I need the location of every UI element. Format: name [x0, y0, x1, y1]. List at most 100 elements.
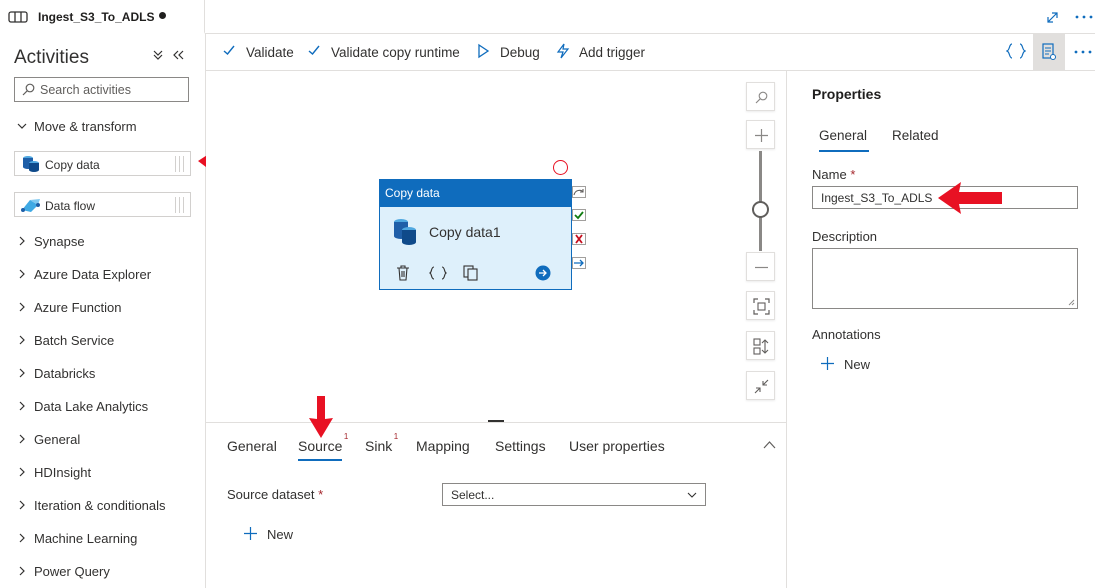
pipeline-icon — [8, 11, 28, 23]
chevron-right-icon — [19, 236, 25, 246]
delete-icon[interactable] — [396, 265, 410, 281]
activity-copy-data[interactable]: Copy data — [14, 151, 191, 176]
properties-toggle-button[interactable] — [1033, 34, 1065, 70]
auto-align-icon — [753, 338, 769, 355]
chevron-right-icon — [19, 467, 25, 477]
tab-label: User properties — [569, 438, 665, 454]
tab-properties-related[interactable]: Related — [892, 128, 939, 143]
tab-strip: Ingest_S3_To_ADLS — [0, 0, 1095, 34]
annotation-arrow-name-field — [938, 182, 1002, 214]
tab-label: Source — [298, 438, 343, 454]
drag-handle[interactable] — [175, 156, 184, 172]
properties-title: Properties — [812, 86, 882, 102]
pipeline-canvas[interactable]: Copy data Copy data1 — [206, 71, 786, 423]
collapse-all-icon[interactable] — [153, 50, 163, 60]
lightning-icon — [556, 43, 570, 59]
hide-pane-icon[interactable] — [173, 50, 184, 60]
checkmark-icon — [223, 45, 235, 55]
tab-label: Settings — [495, 438, 546, 454]
category-label: Databricks — [34, 366, 96, 381]
node-name: Copy data1 — [429, 224, 501, 240]
tab-general[interactable]: General — [227, 438, 277, 454]
copy-data-activity-node[interactable]: Copy data Copy data1 — [379, 179, 572, 290]
search-icon — [755, 91, 768, 104]
new-dataset-button[interactable]: New — [243, 525, 323, 545]
port-success[interactable] — [572, 209, 586, 221]
drag-handle[interactable] — [175, 197, 184, 213]
search-activities-input[interactable]: Search activities — [14, 77, 189, 102]
pipeline-toolbar: Validate Validate copy runtime Debug Add… — [206, 34, 1095, 71]
port-failure[interactable] — [572, 233, 586, 245]
tab-label: Mapping — [416, 438, 470, 454]
category-label: Synapse — [34, 234, 85, 249]
code-braces-icon[interactable] — [429, 266, 447, 280]
zoom-out-button[interactable] — [746, 252, 775, 281]
tab-sink[interactable]: Sink 1 — [365, 432, 398, 454]
more-options-icon[interactable] — [1074, 50, 1092, 54]
debug-label: Debug — [500, 45, 540, 60]
search-icon — [22, 83, 35, 96]
tab-error-badge: 1 — [343, 432, 349, 441]
properties-icon — [1042, 43, 1056, 60]
validate-copy-runtime-label: Validate copy runtime — [331, 45, 460, 60]
fit-to-screen-button[interactable] — [746, 291, 775, 320]
go-to-activity-icon[interactable] — [535, 265, 551, 281]
category-label: Move & transform — [34, 119, 137, 134]
chevron-up-icon[interactable] — [763, 440, 776, 449]
tab-properties-general[interactable]: General — [819, 128, 867, 143]
expand-icon[interactable] — [1046, 11, 1059, 24]
node-type-label: Copy data — [380, 180, 571, 207]
annotations-label: Annotations — [812, 327, 881, 342]
code-braces-icon[interactable] — [1006, 43, 1026, 59]
category-label: Data Lake Analytics — [34, 399, 149, 414]
add-trigger-label: Add trigger — [579, 45, 646, 60]
chevron-right-icon — [19, 566, 25, 576]
zoom-slider-thumb[interactable] — [752, 201, 769, 218]
chevron-right-icon — [19, 335, 25, 345]
source-dataset-select[interactable]: Select... — [442, 483, 706, 506]
completion-arrow-icon — [574, 259, 584, 267]
port-completion[interactable] — [572, 257, 586, 269]
copy-data-icon — [394, 219, 416, 245]
zoom-in-button[interactable] — [746, 120, 775, 149]
activity-data-flow[interactable]: Data flow — [14, 192, 191, 217]
activities-heading: Activities — [14, 47, 89, 68]
tab-user-properties[interactable]: User properties — [569, 438, 665, 454]
category-label: Machine Learning — [34, 531, 138, 546]
pipeline-tab-title: Ingest_S3_To_ADLS — [38, 10, 155, 24]
plus-icon — [821, 357, 834, 370]
tab-source[interactable]: Source 1 — [298, 432, 348, 454]
new-annotation-button[interactable]: New — [820, 356, 890, 376]
port-skipped[interactable] — [572, 186, 586, 198]
category-label: HDInsight — [34, 465, 92, 480]
skip-arrow-icon — [573, 189, 584, 196]
tab-settings[interactable]: Settings — [495, 438, 546, 454]
description-field[interactable] — [812, 248, 1078, 309]
copy-data-icon — [23, 156, 39, 172]
source-dataset-label: Source dataset * — [227, 487, 324, 502]
unsaved-changes-dot — [159, 12, 166, 19]
activity-label: Copy data — [45, 158, 100, 172]
fit-screen-icon — [753, 298, 770, 315]
collapse-view-button[interactable] — [746, 371, 775, 400]
pipeline-tab[interactable]: Ingest_S3_To_ADLS — [0, 0, 205, 34]
clone-icon[interactable] — [463, 265, 479, 281]
chevron-right-icon — [19, 434, 25, 444]
tab-mapping[interactable]: Mapping — [416, 438, 470, 454]
chevron-down-icon — [17, 123, 27, 129]
properties-pane: Properties General Related Name * Ingest… — [786, 71, 1095, 588]
validate-label: Validate — [246, 45, 294, 60]
chevron-right-icon — [19, 401, 25, 411]
play-icon — [478, 43, 490, 59]
category-label: Batch Service — [34, 333, 115, 348]
checkmark-icon — [308, 45, 320, 55]
minus-icon — [755, 266, 768, 269]
more-options-icon[interactable] — [1075, 15, 1093, 19]
auto-align-button[interactable] — [746, 331, 775, 360]
tab-label: Sink — [365, 438, 393, 454]
new-label: New — [267, 527, 294, 542]
resize-grip-icon[interactable] — [1068, 299, 1075, 306]
search-canvas-button[interactable] — [746, 82, 775, 111]
select-value: Select... — [451, 488, 495, 502]
tab-error-badge: 1 — [393, 432, 399, 441]
